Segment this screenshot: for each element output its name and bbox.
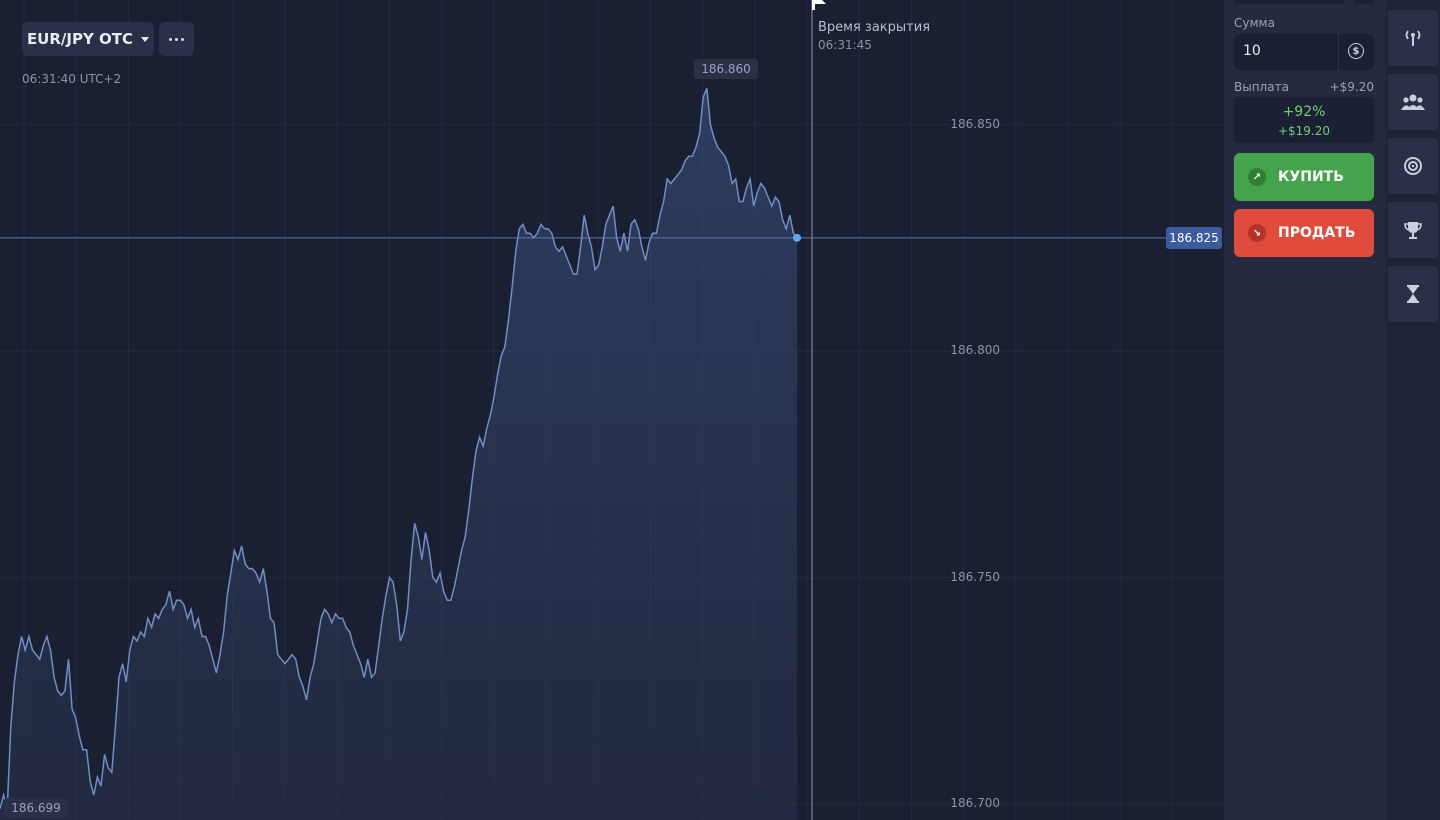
current-price-dot xyxy=(793,233,801,242)
panel-top-strip xyxy=(1234,0,1344,4)
payout-box: +92% +$19.20 xyxy=(1234,97,1374,143)
history-button[interactable] xyxy=(1388,266,1438,322)
signals-button[interactable] xyxy=(1388,10,1438,66)
target-icon xyxy=(1404,157,1422,175)
right-toolbar xyxy=(1386,0,1440,820)
y-tick-label: 186.850 xyxy=(950,116,1000,131)
price-area xyxy=(0,88,797,820)
y-tick-label: 186.800 xyxy=(950,343,1000,358)
buy-button[interactable]: ↗ КУПИТЬ xyxy=(1234,153,1374,201)
dots-icon xyxy=(181,37,184,41)
min-price-badge: 186.699 xyxy=(4,798,68,818)
payout-amount: +$9.20 xyxy=(1329,80,1374,94)
more-options-button[interactable] xyxy=(159,22,194,56)
panel-top-strip xyxy=(1354,0,1374,4)
expiry-flag-icon xyxy=(812,0,826,10)
payout-total: +$19.20 xyxy=(1277,124,1331,138)
y-tick-label: 186.750 xyxy=(950,569,1000,584)
asset-name: EUR/JPY OTC xyxy=(26,30,134,48)
price-chart[interactable] xyxy=(0,0,1224,820)
payout-label: Выплата xyxy=(1234,80,1289,94)
max-price-badge: 186.860 xyxy=(694,59,758,79)
hourglass-icon xyxy=(1407,285,1419,303)
amount-value[interactable]: 10 xyxy=(1243,43,1261,59)
payout-percent: +92% xyxy=(1282,104,1326,120)
dots-icon xyxy=(175,37,178,41)
chart-area[interactable]: EUR/JPY OTC 06:31:40 UTC+2 Время закрыти… xyxy=(0,0,1224,820)
trophy-icon xyxy=(1404,222,1422,239)
asset-selector-button[interactable]: EUR/JPY OTC xyxy=(22,22,154,56)
caret-down-icon xyxy=(141,36,150,42)
expiry-label: Время закрытия xyxy=(818,20,931,35)
arrow-up-right-icon: ↗ xyxy=(1248,168,1266,186)
amount-label: Сумма xyxy=(1234,16,1275,30)
current-price-badge: 186.825 xyxy=(1166,226,1222,249)
tournaments-button[interactable] xyxy=(1388,202,1438,258)
amount-input[interactable]: 10 $ xyxy=(1234,34,1374,70)
buy-label: КУПИТЬ xyxy=(1278,169,1344,185)
social-button[interactable] xyxy=(1388,74,1438,130)
sell-label: ПРОДАТЬ xyxy=(1278,225,1356,241)
dots-icon xyxy=(169,37,172,41)
strategies-button[interactable] xyxy=(1388,138,1438,194)
amount-separator xyxy=(1338,34,1339,70)
dollar-icon[interactable]: $ xyxy=(1348,43,1364,59)
expiry-time: 06:31:45 xyxy=(818,38,872,52)
trade-panel: Сумма 10 $ Выплата +$9.20 +92% +$19.20 ↗… xyxy=(1224,0,1386,820)
chart-clock: 06:31:40 UTC+2 xyxy=(22,72,122,86)
arrow-down-right-icon: ↘ xyxy=(1248,224,1266,242)
y-tick-label: 186.700 xyxy=(950,796,1000,811)
sell-button[interactable]: ↘ ПРОДАТЬ xyxy=(1234,209,1374,257)
users-icon xyxy=(1401,94,1425,110)
signal-icon xyxy=(1405,30,1421,46)
